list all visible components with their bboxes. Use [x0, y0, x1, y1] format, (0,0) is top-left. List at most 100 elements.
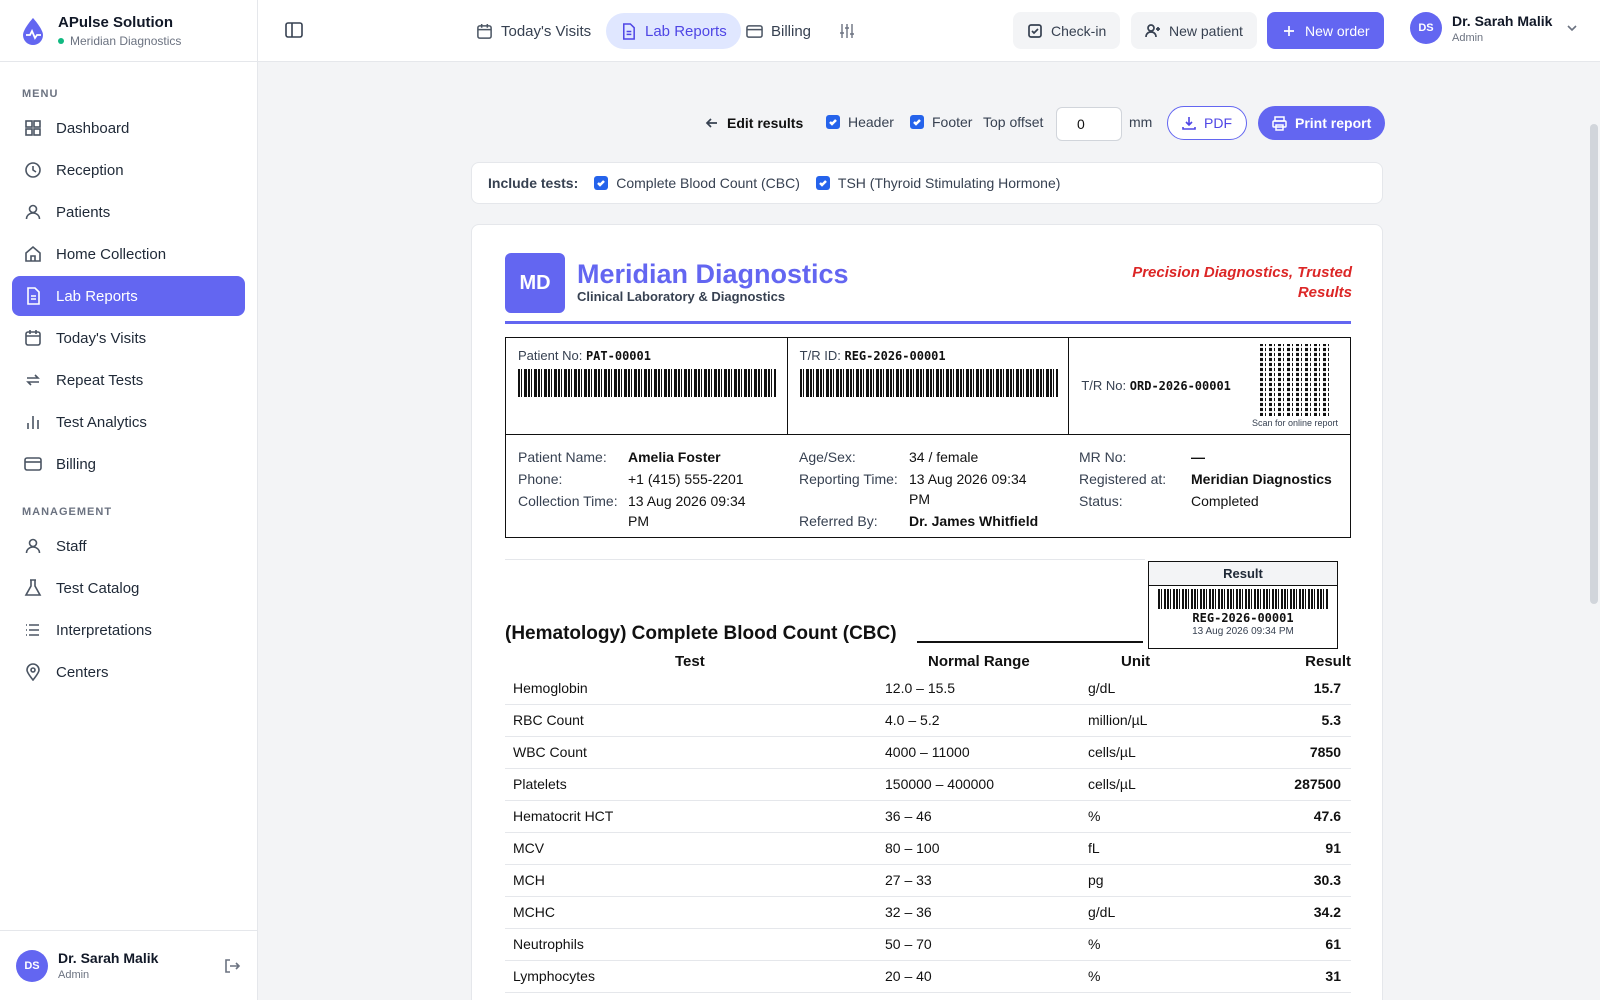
- qr-code-icon: [1260, 344, 1333, 416]
- normal-range: 150000 – 400000: [885, 776, 994, 792]
- sidebar-item-staff[interactable]: Staff: [12, 526, 245, 566]
- table-row: Hematocrit HCT 36 – 46% 47.6: [505, 801, 1351, 833]
- qr-caption: Scan for online report: [1251, 418, 1339, 428]
- normal-range: 50 – 70: [885, 936, 932, 952]
- include-tests-bar: Include tests: Complete Blood Count (CBC…: [471, 162, 1383, 204]
- user-icon: [25, 204, 41, 220]
- checkbox-checked-icon: [815, 176, 830, 190]
- tab-billing[interactable]: Billing: [732, 13, 825, 49]
- sidebar-item-label: Repeat Tests: [56, 371, 144, 389]
- age-sex: 34 / female: [909, 449, 979, 465]
- avatar: DS: [1410, 12, 1442, 44]
- checkbox-checked-icon: [826, 115, 840, 129]
- sidebar-item-label: Test Catalog: [56, 579, 140, 597]
- card-icon: [746, 24, 763, 38]
- sidebar-item-lab-reports[interactable]: Lab Reports: [12, 276, 245, 316]
- logout-icon[interactable]: [223, 957, 241, 975]
- sidebar-item-dashboard[interactable]: Dashboard: [12, 108, 245, 148]
- sidebar-item-billing[interactable]: Billing: [12, 444, 245, 484]
- sidebar-item-label: Lab Reports: [56, 287, 138, 305]
- user-role: Admin: [1452, 31, 1484, 44]
- reporting-time: 13 Aug 2026 09:34 PM: [909, 471, 1027, 507]
- footer-checkbox[interactable]: Footer: [910, 114, 972, 130]
- edit-results-button[interactable]: Edit results: [691, 106, 818, 140]
- top-offset-input[interactable]: 0: [1056, 107, 1122, 141]
- sidebar-item-patients[interactable]: Patients: [12, 192, 245, 232]
- checkin-button[interactable]: Check-in: [1013, 12, 1121, 49]
- tab-lab-reports[interactable]: Lab Reports: [606, 13, 741, 49]
- main-content: Edit results Header Footer Top offset 0 …: [258, 62, 1600, 1000]
- sidebar-item-today-s-visits[interactable]: Today's Visits: [12, 318, 245, 358]
- normal-range: 80 – 100: [885, 840, 940, 856]
- sidebar-item-test-analytics[interactable]: Test Analytics: [12, 402, 245, 442]
- sidebar-item-centers[interactable]: Centers: [12, 652, 245, 692]
- top-offset-label: Top offset: [983, 114, 1044, 130]
- sidebar-item-test-catalog[interactable]: Test Catalog: [12, 568, 245, 608]
- sidebar-item-home-collection[interactable]: Home Collection: [12, 234, 245, 274]
- test-name: Lymphocytes: [513, 968, 595, 984]
- unit: cells/µL: [1088, 744, 1136, 760]
- test-name: RBC Count: [513, 712, 584, 728]
- collection-time: 13 Aug 2026 09:34 PM: [628, 493, 746, 529]
- lab-report-preview: MD Meridian Diagnostics Clinical Laborat…: [471, 224, 1383, 1000]
- results-table-header: Test Normal Range Unit Result: [675, 653, 1351, 670]
- sidebar-item-label: Home Collection: [56, 245, 167, 263]
- sidebar-item-interpretations[interactable]: Interpretations: [12, 610, 245, 650]
- test-name: MCV: [513, 840, 545, 856]
- center-name: Meridian Diagnostics: [58, 34, 181, 48]
- print-report-button[interactable]: Print report: [1258, 106, 1386, 140]
- sliders-icon[interactable]: [838, 22, 856, 40]
- sidebar-toggle-icon[interactable]: [284, 20, 304, 40]
- new-order-button[interactable]: New order: [1267, 12, 1384, 49]
- sidebar-item-repeat-tests[interactable]: Repeat Tests: [12, 360, 245, 400]
- sidebar-item-label: Today's Visits: [56, 329, 147, 347]
- unit: fL: [1088, 840, 1100, 856]
- arrow-left-icon: [705, 118, 717, 128]
- topbar: Today's Visits Lab Reports Billing Check…: [258, 0, 1600, 62]
- tab-todays-visits[interactable]: Today's Visits: [462, 13, 605, 49]
- pulse-drop-logo-icon: [23, 17, 43, 45]
- table-row: Platelets 150000 – 400000 cells/µL 287500: [505, 769, 1351, 801]
- file-icon: [623, 22, 635, 40]
- result-value: 61: [1325, 936, 1341, 952]
- top-user-menu[interactable]: DS Dr. Sarah Malik Admin: [1410, 12, 1578, 44]
- user-role: Admin: [58, 969, 90, 981]
- table-row: Hemoglobin 12.0 – 15.5 g/dL 15.7: [505, 673, 1351, 705]
- scrollbar[interactable]: [1590, 124, 1598, 604]
- normal-range: 20 – 40: [885, 968, 932, 984]
- calendar-icon: [25, 330, 41, 346]
- sidebar-item-label: Billing: [56, 455, 97, 473]
- user-name: Dr. Sarah Malik: [1452, 12, 1553, 29]
- test-name: MCH: [513, 872, 545, 888]
- tr-id-cell: T/R ID: REG-2026-00001: [788, 338, 1070, 434]
- test-name: WBC Count: [513, 744, 587, 760]
- file-icon: [27, 287, 40, 305]
- result-value: 30.3: [1313, 872, 1341, 888]
- calendar-icon: [477, 23, 492, 39]
- pdf-button[interactable]: PDF: [1167, 106, 1247, 140]
- id-box: Patient No: PAT-00001 T/R ID: REG-2026-0…: [505, 337, 1351, 435]
- table-row: MCV 80 – 100 fL 91: [505, 833, 1351, 865]
- lab-tagline: Precision Diagnostics, Trusted Results: [1132, 264, 1352, 301]
- sidebar-item-label: Interpretations: [56, 621, 152, 639]
- unit: %: [1088, 968, 1101, 984]
- menu-section-title: MENU: [22, 88, 59, 100]
- normal-range: 12.0 – 15.5: [885, 680, 956, 696]
- unit: %: [1088, 936, 1101, 952]
- sidebar-item-reception[interactable]: Reception: [12, 150, 245, 190]
- sidebar-item-label: Dashboard: [56, 119, 130, 137]
- test-name: Neutrophils: [513, 936, 584, 952]
- list-icon: [26, 624, 39, 636]
- registered-at: Meridian Diagnostics: [1191, 471, 1332, 487]
- mr-no: —: [1191, 449, 1205, 465]
- normal-range: 32 – 36: [885, 904, 932, 920]
- header-checkbox[interactable]: Header: [826, 114, 894, 130]
- unit: g/dL: [1088, 904, 1116, 920]
- sidebar-item-label: Reception: [56, 161, 124, 179]
- sidebar-user: DS Dr. Sarah Malik Admin: [0, 930, 257, 1000]
- download-icon: [1182, 117, 1196, 130]
- barcode-icon: [799, 369, 1058, 397]
- new-patient-button[interactable]: New patient: [1131, 12, 1257, 49]
- include-tsh-checkbox[interactable]: TSH (Thyroid Stimulating Hormone): [815, 175, 1060, 191]
- include-cbc-checkbox[interactable]: Complete Blood Count (CBC): [594, 175, 800, 191]
